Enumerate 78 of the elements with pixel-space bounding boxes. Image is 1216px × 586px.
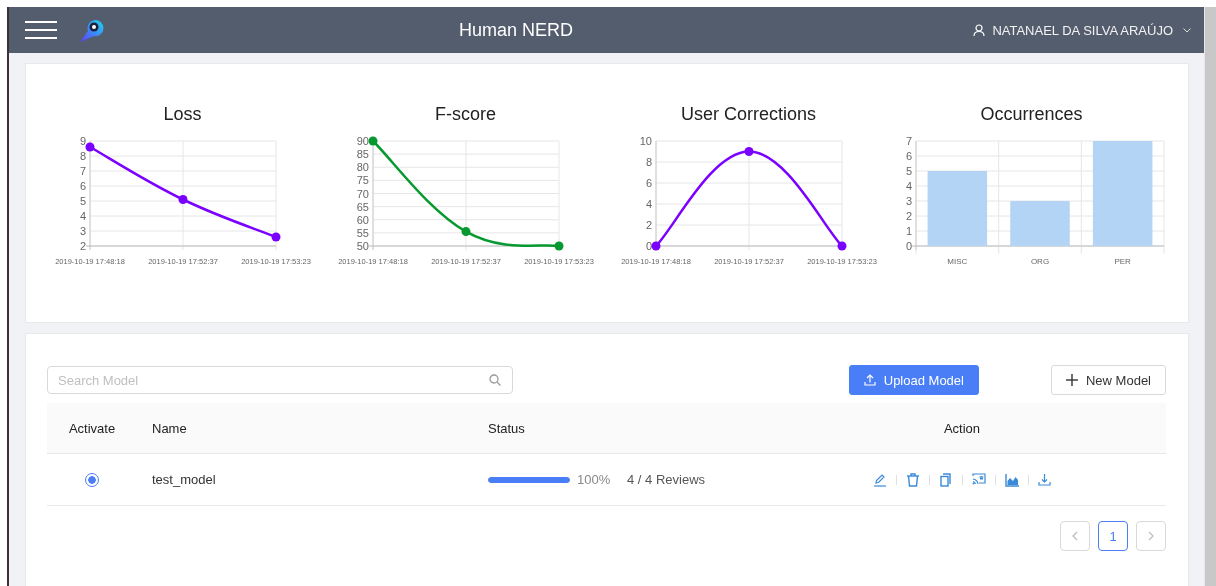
x-tick-label: ORG	[1030, 257, 1050, 266]
chart-title: Loss	[162, 103, 203, 126]
trash-icon[interactable]	[905, 472, 920, 487]
y-tick-label: 80	[356, 161, 369, 174]
data-point	[461, 227, 471, 237]
y-tick-label: 0	[645, 240, 652, 252]
y-tick-label: 60	[356, 213, 369, 226]
y-tick-label: 4	[905, 180, 912, 192]
y-tick-label: 6	[905, 150, 912, 162]
y-tick-label: 3	[905, 195, 912, 207]
logo-icon	[78, 17, 104, 43]
screen-signal-icon[interactable]	[971, 472, 986, 487]
y-tick-label: 5	[79, 195, 86, 207]
bar	[1010, 201, 1070, 246]
data-point	[651, 241, 661, 251]
y-tick-label: 4	[645, 198, 652, 210]
x-tick-label: PER	[1114, 257, 1131, 266]
y-tick-label: 2	[645, 219, 652, 231]
y-tick-label: 6	[645, 177, 652, 189]
y-tick-label: 2	[79, 240, 86, 252]
y-tick-label: 2	[905, 210, 912, 222]
review-count: 4 / 4 Reviews	[627, 472, 706, 487]
y-tick-label: 65	[356, 200, 369, 213]
chart-title: Occurrences	[979, 103, 1084, 126]
app-title: Human NERD	[459, 20, 574, 41]
new-button[interactable]: New Model	[1050, 365, 1166, 395]
y-tick-label: 8	[79, 150, 86, 162]
y-tick-label: 6	[79, 180, 86, 192]
search-icon	[489, 374, 501, 386]
data-point	[744, 147, 754, 156]
data-point	[85, 142, 95, 152]
y-tick-label: 70	[356, 187, 369, 200]
y-tick-label: 0	[905, 240, 912, 252]
y-tick-label: 4	[79, 210, 86, 222]
radio-button[interactable]	[85, 472, 99, 487]
column-header: Action	[942, 420, 982, 436]
chevron-down-icon	[1183, 27, 1191, 33]
user-menu[interactable]: NATANAEL DA SILVA ARAÚJO	[973, 22, 1191, 38]
user-icon	[973, 24, 986, 36]
chart-title: User Corrections	[679, 103, 817, 126]
y-tick-label: 7	[905, 135, 912, 147]
data-point	[271, 232, 281, 242]
y-tick-label: 3	[79, 225, 86, 237]
column-header: Name	[151, 420, 188, 436]
page-button[interactable]: 1	[1098, 521, 1128, 551]
menu-icon[interactable]	[25, 20, 57, 40]
edit-icon[interactable]	[872, 472, 887, 487]
chevron-right-icon	[1148, 531, 1154, 541]
progress-percent: 100%	[577, 472, 612, 487]
plus-icon	[1065, 374, 1078, 386]
upload-button[interactable]: Upload Model	[848, 365, 979, 395]
chevron-left-icon	[1072, 531, 1078, 541]
area-chart-icon[interactable]	[1004, 472, 1019, 487]
y-tick-label: 1	[905, 225, 912, 237]
scrollbar[interactable]	[1204, 7, 1216, 586]
y-tick-label: 7	[79, 165, 86, 177]
y-tick-label: 9	[79, 135, 86, 147]
data-point	[368, 136, 378, 146]
column-header: Status	[488, 420, 526, 436]
y-tick-label: 50	[356, 240, 369, 252]
column-header: Activate	[67, 420, 117, 436]
data-point	[178, 195, 188, 204]
copy-icon[interactable]	[938, 472, 953, 487]
y-tick-label: 75	[356, 174, 369, 187]
chart-title: F-score	[434, 103, 497, 126]
y-tick-label: 90	[356, 135, 369, 147]
data-point	[837, 241, 847, 251]
search-field[interactable]: Search Model	[47, 366, 513, 394]
y-tick-label: 8	[645, 156, 652, 168]
data-point	[554, 241, 564, 251]
table-cell-text: test_model	[151, 472, 217, 487]
y-tick-label: 55	[356, 226, 369, 239]
download-icon[interactable]	[1037, 472, 1052, 487]
y-tick-label: 85	[356, 148, 369, 161]
upload-icon	[863, 374, 876, 386]
y-tick-label: 10	[639, 135, 652, 147]
x-tick-label: MISC	[947, 257, 968, 266]
y-tick-label: 5	[905, 165, 912, 177]
